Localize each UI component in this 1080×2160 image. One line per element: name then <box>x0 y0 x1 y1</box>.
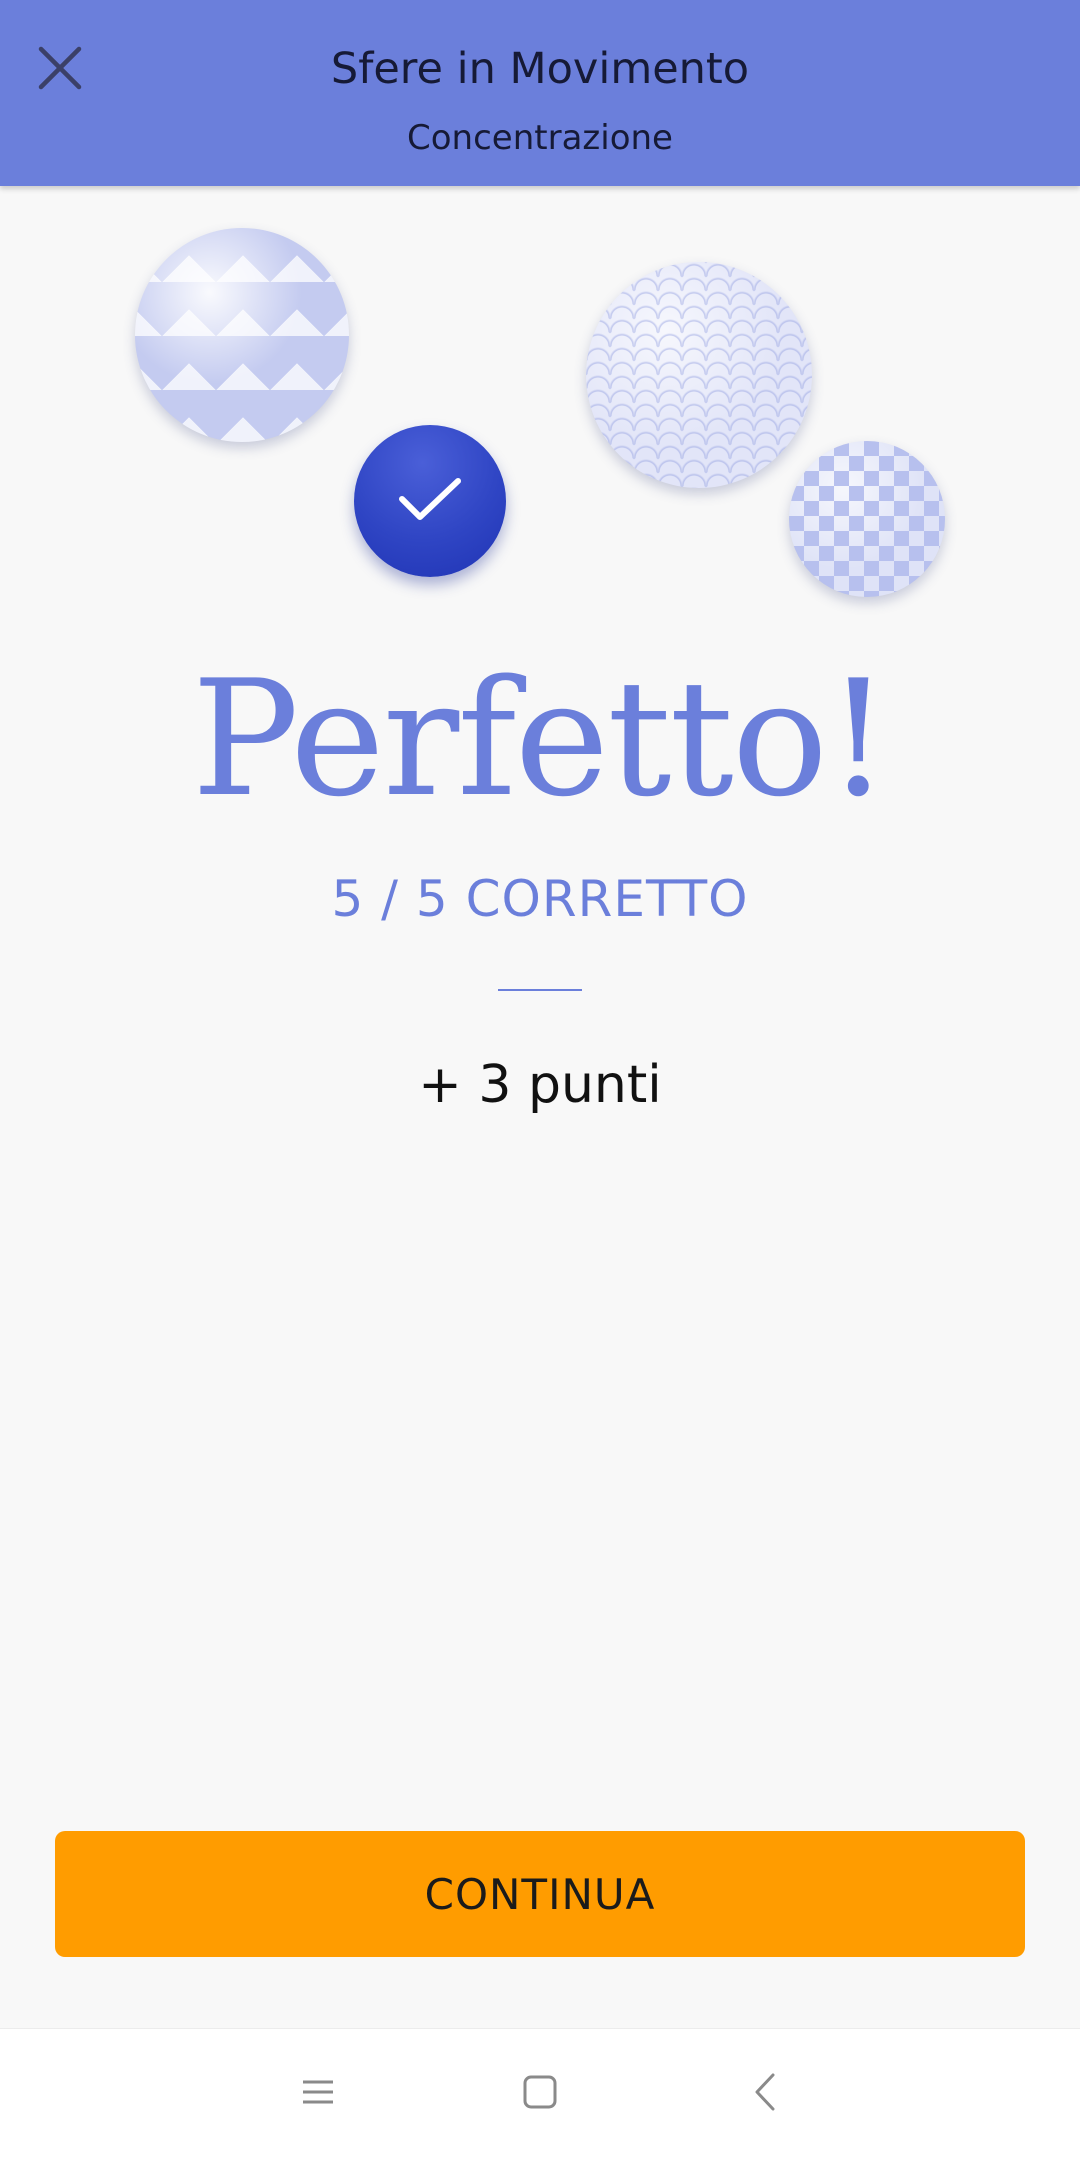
points-text: + 3 punti <box>418 1055 662 1115</box>
top-bar: Sfere in Movimento Concentrazione <box>0 0 1080 186</box>
correct-sphere <box>354 425 506 577</box>
page-title: Sfere in Movimento <box>330 44 750 94</box>
back-icon <box>753 2072 777 2116</box>
houndstooth-sphere <box>135 228 349 442</box>
stars-sphere <box>789 441 945 597</box>
menu-icon <box>301 2078 335 2110</box>
divider <box>498 989 582 991</box>
home-button[interactable] <box>510 2064 570 2124</box>
score-text: 5 / 5 CORRETTO <box>331 870 749 928</box>
scales-sphere <box>586 262 812 488</box>
continue-button[interactable]: CONTINUA <box>55 1831 1025 1957</box>
menu-button[interactable] <box>288 2064 348 2124</box>
system-navigation-bar <box>0 2028 1080 2160</box>
result-screen: Sfere in Movimento Concentrazione Perfet… <box>0 0 1080 2160</box>
continue-label: CONTINUA <box>424 1869 656 1919</box>
check-icon <box>398 475 462 527</box>
home-icon <box>522 2074 558 2114</box>
back-button[interactable] <box>735 2064 795 2124</box>
page-subtitle: Concentrazione <box>407 118 673 158</box>
result-title: Perfetto! <box>191 645 891 832</box>
